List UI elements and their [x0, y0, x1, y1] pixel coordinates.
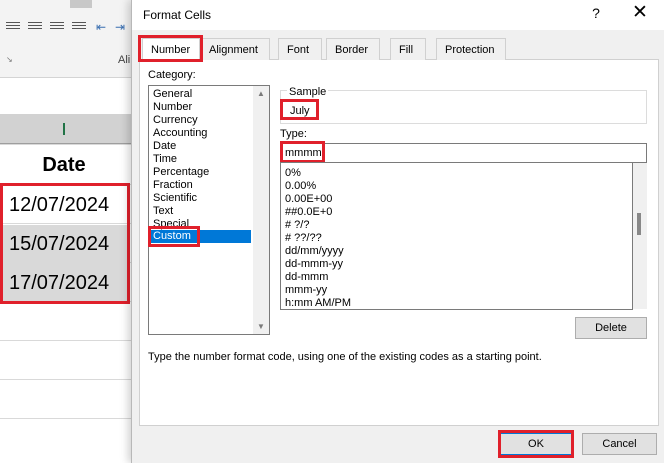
category-item[interactable]: Currency — [153, 114, 253, 127]
dialog-title: Format Cells — [143, 8, 212, 22]
help-icon[interactable]: ? — [587, 5, 605, 21]
category-item[interactable]: Time — [153, 153, 253, 166]
scroll-up-icon[interactable]: ▲ — [256, 89, 266, 98]
scroll-thumb[interactable] — [637, 213, 641, 235]
type-input[interactable]: mmmm — [280, 143, 647, 163]
category-item[interactable]: Percentage — [153, 166, 253, 179]
column-indicator — [63, 123, 65, 135]
tab-alignment[interactable]: Alignment — [200, 38, 270, 60]
tab-protection[interactable]: Protection — [436, 38, 506, 60]
category-item[interactable]: Text — [153, 205, 253, 218]
row-divider — [0, 144, 140, 145]
scroll-down-icon[interactable]: ▼ — [256, 322, 266, 331]
dialog-launcher-icon[interactable]: ↘ — [6, 55, 13, 64]
align-center-icon[interactable] — [50, 22, 64, 32]
category-scrollbar[interactable]: ▲ ▼ — [253, 86, 269, 334]
align-left-icon[interactable] — [6, 22, 20, 32]
row-divider — [0, 418, 140, 419]
type-option[interactable]: dd-mmm — [285, 271, 328, 284]
sample-group: Sample July — [280, 86, 647, 124]
date-cell[interactable]: 17/07/2024 — [0, 264, 128, 303]
category-item-selected[interactable]: Custom — [151, 230, 251, 243]
ribbon-selected-button[interactable] — [70, 0, 92, 8]
close-icon[interactable]: ✕ — [629, 2, 651, 24]
type-option[interactable]: dd/mm/yyyy — [285, 245, 344, 258]
type-scrollbar[interactable] — [633, 163, 647, 309]
increase-indent-icon[interactable]: ⇥ — [115, 20, 125, 34]
dialog-titlebar: Format Cells ? ✕ — [132, 0, 664, 30]
type-label: Type: — [280, 128, 307, 140]
category-item[interactable]: Date — [153, 140, 253, 153]
category-item[interactable]: Accounting — [153, 127, 253, 140]
category-item[interactable]: Number — [153, 101, 253, 114]
category-label: Category: — [148, 69, 196, 81]
sample-label: Sample — [287, 86, 329, 98]
type-option[interactable]: # ?/? — [285, 219, 309, 232]
type-option[interactable]: dd-mmm-yy — [285, 258, 343, 271]
ok-button[interactable]: OK — [500, 433, 572, 455]
category-list[interactable]: General Number Currency Accounting Date … — [148, 85, 270, 335]
row-divider — [0, 340, 140, 341]
type-list[interactable]: 0% 0.00% 0.00E+00 ##0.0E+0 # ?/? # ??/??… — [280, 162, 647, 310]
type-option[interactable]: 0.00E+00 — [285, 193, 332, 206]
align-right-icon[interactable] — [72, 22, 86, 32]
format-cells-dialog: Format Cells ? ✕ Number Alignment Font B… — [131, 0, 664, 463]
type-option[interactable]: h:mm AM/PM — [285, 297, 351, 310]
spreadsheet-grid: Date 12/07/2024 15/07/2024 17/07/2024 — [0, 78, 140, 463]
decrease-indent-icon[interactable]: ⇤ — [96, 20, 106, 34]
delete-button[interactable]: Delete — [575, 317, 647, 339]
category-item[interactable]: General — [153, 88, 253, 101]
row-divider — [0, 379, 140, 380]
sample-value: July — [290, 105, 310, 117]
ribbon-group-label: Ali — [118, 54, 131, 66]
tab-number[interactable]: Number — [142, 38, 200, 60]
type-option[interactable]: ##0.0E+0 — [285, 206, 332, 219]
type-option[interactable]: 0% — [285, 167, 301, 180]
column-header[interactable] — [0, 114, 132, 144]
category-item[interactable]: Scientific — [153, 192, 253, 205]
date-header-cell[interactable]: Date — [0, 146, 128, 185]
tab-border[interactable]: Border — [326, 38, 380, 60]
tab-font[interactable]: Font — [278, 38, 322, 60]
align-left-icon[interactable] — [28, 22, 42, 32]
cancel-button[interactable]: Cancel — [582, 433, 657, 455]
description-text: Type the number format code, using one o… — [148, 351, 542, 363]
type-option[interactable]: # ??/?? — [285, 232, 322, 245]
date-cell[interactable]: 12/07/2024 — [0, 186, 128, 225]
type-option[interactable]: 0.00% — [285, 180, 316, 193]
type-option[interactable]: mmm-yy — [285, 284, 327, 297]
date-cell[interactable]: 15/07/2024 — [0, 225, 128, 264]
tab-fill[interactable]: Fill — [390, 38, 426, 60]
category-item[interactable]: Fraction — [153, 179, 253, 192]
